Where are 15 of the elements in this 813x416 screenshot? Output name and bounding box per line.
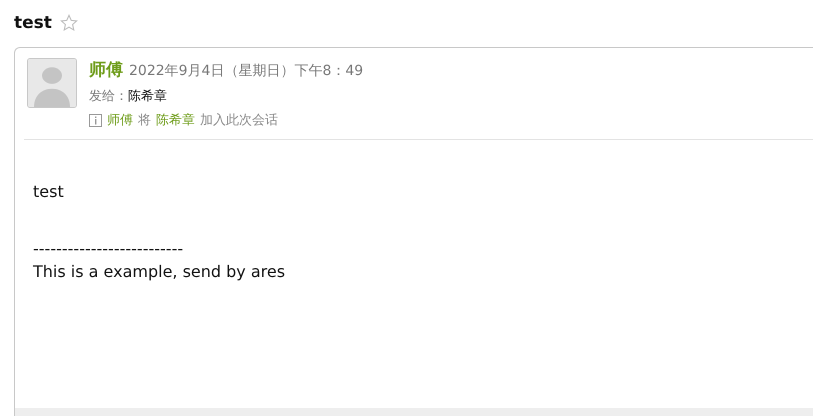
message-date: 2022年9月4日（星期日）下午8：49 [129,62,364,80]
to-label: 发给： [89,88,128,105]
sender-name[interactable]: 师傅 [89,58,123,81]
avatar-icon [27,58,77,108]
target-name[interactable]: 陈希章 [156,111,195,129]
notice-verb: 将 [138,112,151,129]
info-icon [89,114,102,126]
body-line: This is a example, send by ares [33,261,286,283]
star-icon[interactable] [60,14,78,32]
body-line: test [33,181,65,203]
subject-title: test [14,13,52,33]
recipient-name[interactable]: 陈希章 [128,87,167,105]
body-line: -------------------------- [33,238,184,260]
notice-action: 加入此次会话 [200,112,278,129]
actor-name[interactable]: 师傅 [107,111,133,129]
